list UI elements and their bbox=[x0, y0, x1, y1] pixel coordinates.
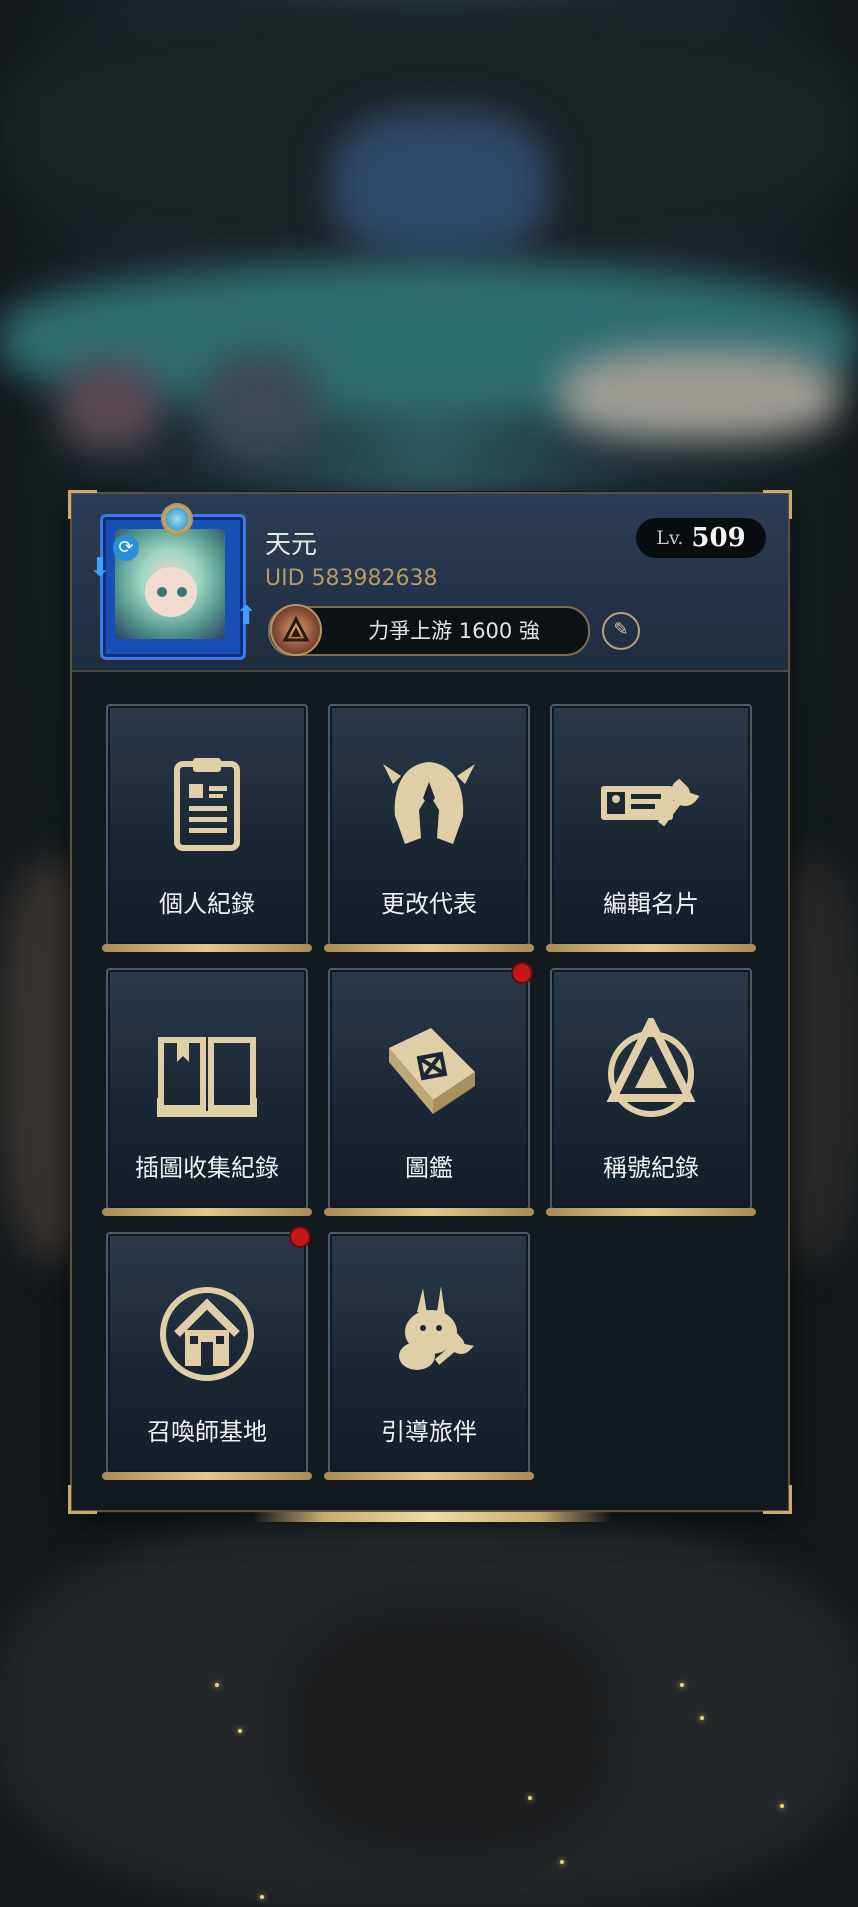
card-wrench-icon bbox=[601, 778, 700, 827]
panel-bottom-ornament bbox=[252, 1512, 612, 1522]
avatar-gem-ornament bbox=[161, 503, 193, 535]
profile-header: ⟳ ⬇ ⬆ 天元 UID 583982638 Lv. 509 力爭上游 1600… bbox=[72, 494, 788, 672]
tile-label: 稱號紀錄 bbox=[603, 1154, 699, 1182]
swap-avatar-icon[interactable]: ⟳ bbox=[113, 535, 139, 561]
open-book-icon bbox=[157, 1037, 257, 1117]
rabbit-wrench-icon bbox=[399, 1286, 475, 1370]
tile-summoner-base[interactable]: 召喚師基地 bbox=[102, 1232, 312, 1480]
panel-corner-ornament bbox=[763, 1485, 792, 1514]
tile-label: 插圖收集紀錄 bbox=[135, 1154, 279, 1182]
summoner-base-notification-dot bbox=[289, 1226, 311, 1248]
tile-label: 個人紀錄 bbox=[159, 890, 255, 918]
tile-personal-record[interactable]: 個人紀錄 bbox=[102, 704, 312, 952]
level-value: 509 bbox=[691, 523, 746, 553]
level-prefix: Lv. bbox=[656, 527, 684, 549]
tile-change-representative[interactable]: 更改代表 bbox=[324, 704, 534, 952]
codex-book-icon bbox=[389, 1028, 475, 1114]
player-title: 力爭上游 1600 強 bbox=[368, 619, 540, 643]
house-icon bbox=[160, 1287, 254, 1381]
title-emblem-icon bbox=[270, 604, 322, 656]
tile-title-record[interactable]: 稱號紀錄 bbox=[546, 968, 756, 1216]
avatar-button[interactable]: ⟳ ⬇ ⬆ bbox=[89, 503, 257, 660]
level-badge: Lv. 509 bbox=[636, 518, 766, 558]
edit-title-icon[interactable]: ✎ bbox=[602, 612, 640, 650]
arrow-up-icon: ⬆ bbox=[235, 601, 257, 631]
tile-label: 圖鑑 bbox=[405, 1154, 453, 1182]
triangle-emblem-icon bbox=[606, 1018, 696, 1117]
tile-label: 編輯名片 bbox=[603, 890, 699, 918]
tile-codex[interactable]: 圖鑑 bbox=[324, 968, 534, 1216]
tile-label: 引導旅伴 bbox=[381, 1418, 477, 1446]
tile-edit-card[interactable]: 編輯名片 bbox=[546, 704, 756, 952]
panel-corner-ornament bbox=[68, 1485, 97, 1514]
tile-guide-companion[interactable]: 引導旅伴 bbox=[324, 1232, 534, 1480]
arrow-down-icon: ⬇ bbox=[89, 553, 111, 583]
clipboard-icon bbox=[174, 758, 240, 851]
codex-notification-dot bbox=[511, 962, 533, 984]
player-uid: UID 583982638 bbox=[265, 566, 438, 591]
helmet-icon bbox=[383, 762, 475, 844]
tile-label: 更改代表 bbox=[381, 890, 477, 918]
tile-illustration-record[interactable]: 插圖收集紀錄 bbox=[102, 968, 312, 1216]
tile-label: 召喚師基地 bbox=[147, 1418, 267, 1446]
profile-panel: ⟳ ⬇ ⬆ 天元 UID 583982638 Lv. 509 力爭上游 1600… bbox=[68, 490, 792, 1522]
player-name: 天元 bbox=[265, 530, 318, 560]
